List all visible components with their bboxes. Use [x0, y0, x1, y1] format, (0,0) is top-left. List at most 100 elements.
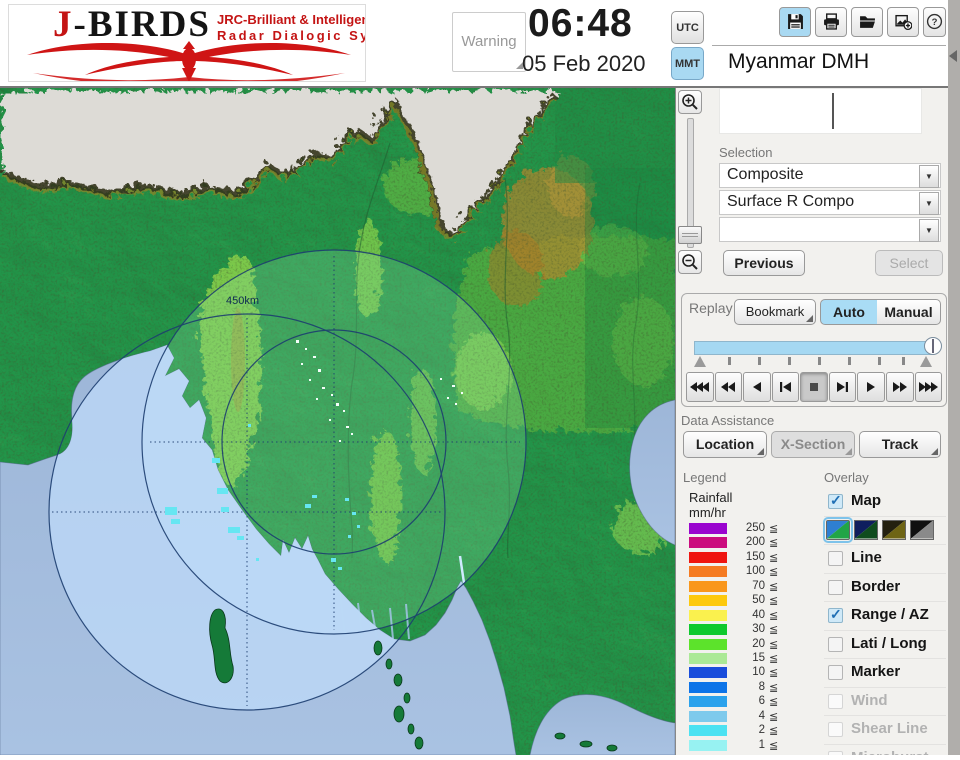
selection-dropdown-1[interactable]: Composite ▼	[719, 163, 941, 188]
checkbox[interactable]	[828, 494, 843, 509]
checkbox[interactable]	[828, 608, 843, 623]
rewind-fast-button[interactable]	[686, 372, 714, 402]
lte-symbol: ≦	[769, 710, 778, 723]
map-style-swatch-1[interactable]	[826, 520, 850, 540]
legend-swatch	[689, 653, 727, 664]
zoom-out-button[interactable]	[678, 250, 702, 274]
collapse-panel-icon[interactable]	[949, 50, 957, 62]
panel-edge-strip	[948, 0, 960, 755]
rewind-button[interactable]	[715, 372, 743, 402]
previous-button[interactable]: Previous	[723, 250, 805, 276]
legend-swatch	[689, 537, 727, 548]
checkbox[interactable]	[828, 580, 843, 595]
map-style-swatch-4[interactable]	[910, 520, 934, 540]
replay-progress-track[interactable]	[694, 341, 934, 355]
replay-progress-fill	[695, 342, 933, 354]
legend-swatch	[689, 696, 727, 707]
range-start-marker[interactable]	[694, 356, 706, 367]
magnifier-plus-icon	[681, 93, 699, 111]
track-button[interactable]: Track	[859, 431, 941, 458]
warning-button[interactable]: Warning	[452, 12, 526, 72]
legend-title: Rainfall	[689, 490, 732, 505]
forward-fast-button[interactable]	[915, 372, 943, 402]
step-forward-button[interactable]	[829, 372, 857, 402]
legend-swatch	[689, 610, 727, 621]
utc-button[interactable]: UTC	[671, 11, 704, 44]
legend-value: 70	[733, 580, 765, 592]
overlay-row-range-az[interactable]: Range / AZ	[824, 601, 946, 630]
save-icon	[787, 13, 804, 30]
legend-swatch	[689, 581, 727, 592]
overlay-row-border[interactable]: Border	[824, 573, 946, 602]
step-back-icon	[779, 381, 792, 393]
print-button[interactable]	[815, 7, 847, 37]
map-style-swatch-2[interactable]	[854, 520, 878, 540]
lte-symbol: ≦	[769, 565, 778, 578]
corner-triangle-icon	[806, 315, 813, 322]
step-back-button[interactable]	[772, 372, 800, 402]
open-folder-button[interactable]	[851, 7, 883, 37]
checkbox	[828, 751, 843, 756]
radar-map: 450km	[0, 88, 675, 755]
legend-value: 10	[733, 666, 765, 678]
track-label: Track	[882, 436, 919, 452]
x-section-button: X-Section	[771, 431, 855, 458]
save-button[interactable]	[779, 7, 811, 37]
lte-symbol: ≦	[769, 724, 778, 737]
location-label: Location	[696, 436, 754, 452]
checkbox[interactable]	[828, 665, 843, 680]
lte-symbol: ≦	[769, 739, 778, 752]
station-input[interactable]	[719, 88, 922, 134]
selection-dropdown-3[interactable]: ▼	[719, 217, 941, 242]
help-icon: ?	[926, 13, 943, 30]
data-assistance-label: Data Assistance	[681, 413, 774, 428]
range-end-marker[interactable]	[920, 356, 932, 367]
legend-row: 1≦	[689, 739, 799, 753]
overlay-row-lati-long[interactable]: Lati / Long	[824, 630, 946, 659]
auto-button[interactable]: Auto	[820, 299, 878, 325]
magnifier-minus-icon	[681, 253, 699, 271]
overlay-row-marker[interactable]: Marker	[824, 658, 946, 687]
forward-button[interactable]	[886, 372, 914, 402]
chevron-down-icon[interactable]: ▼	[919, 192, 939, 215]
legend-row: 100≦	[689, 565, 799, 579]
lte-symbol: ≦	[769, 594, 778, 607]
lte-symbol: ≦	[769, 652, 778, 665]
overlay-label: Overlay	[824, 470, 869, 485]
manual-button[interactable]: Manual	[877, 299, 941, 325]
mmt-button[interactable]: MMT	[671, 47, 704, 80]
legend-swatch	[689, 682, 727, 693]
overlay-row-microburst: Microburst	[824, 744, 946, 756]
site-name: Myanmar DMH	[728, 50, 869, 74]
overlay-row-map[interactable]: Map	[824, 488, 946, 516]
zoom-in-button[interactable]	[678, 90, 702, 114]
chevron-down-icon[interactable]: ▼	[919, 165, 939, 188]
radar-map-viewport[interactable]: 450km	[0, 88, 675, 755]
legend-value: 6	[733, 695, 765, 707]
zoom-slider-thumb[interactable]	[678, 226, 702, 244]
map-style-swatch-3[interactable]	[882, 520, 906, 540]
svg-text:?: ?	[932, 17, 938, 28]
checkbox[interactable]	[828, 637, 843, 652]
legend-value: 50	[733, 594, 765, 606]
play-reverse-icon	[751, 381, 763, 393]
play-button[interactable]	[857, 372, 885, 402]
legend-row: 40≦	[689, 609, 799, 623]
replay-ticks	[694, 356, 932, 368]
location-button[interactable]: Location	[683, 431, 767, 458]
checkbox[interactable]	[828, 551, 843, 566]
stop-button[interactable]	[800, 372, 828, 402]
bookmark-button[interactable]: Bookmark	[734, 299, 816, 325]
selection-dropdown-2[interactable]: Surface R Compo ▼	[719, 190, 941, 215]
add-image-button[interactable]	[887, 7, 919, 37]
overlay-item-label: Range / AZ	[851, 606, 929, 623]
play-reverse-button[interactable]	[743, 372, 771, 402]
chevron-down-icon[interactable]: ▼	[919, 219, 939, 242]
help-button[interactable]: ?	[923, 7, 946, 37]
overlay-row-line[interactable]: Line	[824, 544, 946, 573]
forward-fast-icon	[917, 381, 939, 393]
legend-row: 2≦	[689, 724, 799, 738]
corner-triangle-icon	[845, 448, 852, 455]
warning-label: Warning	[461, 33, 516, 50]
replay-slider-thumb[interactable]	[924, 337, 942, 355]
